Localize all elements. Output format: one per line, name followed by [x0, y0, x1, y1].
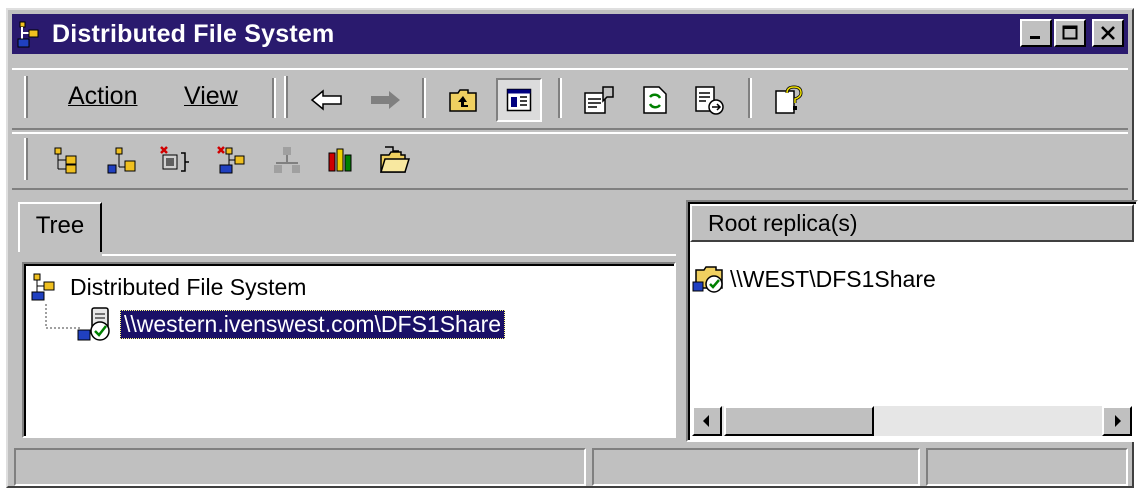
shared-root-icon	[77, 307, 110, 341]
tree-child-label: \\western.ivenswest.com\DFS1Share	[120, 309, 506, 339]
tree-child-node[interactable]: \\western.ivenswest.com\DFS1Share	[76, 306, 506, 342]
menu-action[interactable]: Action	[68, 82, 137, 111]
right-triangle-icon	[1115, 415, 1121, 427]
remove-display-icon	[217, 146, 245, 174]
minimize-icon	[1030, 36, 1040, 39]
replica-label: \\WEST\DFS1Share	[730, 265, 936, 292]
tree-connector	[45, 304, 80, 329]
export-list-button[interactable]	[686, 78, 732, 122]
toolbar-separator	[272, 78, 276, 118]
left-triangle-icon	[703, 415, 709, 427]
status-chart-icon	[328, 148, 352, 172]
status-pane-3	[926, 448, 1128, 486]
open-folder-icon	[379, 146, 411, 173]
properties-button[interactable]	[576, 78, 622, 122]
tree-root-node[interactable]: Distributed File System	[30, 272, 306, 302]
export-list-icon	[695, 86, 724, 115]
show-hide-tree-button[interactable]	[496, 78, 542, 122]
close-icon	[1101, 26, 1115, 40]
window-title: Distributed File System	[52, 19, 335, 48]
dfs-root-icon	[17, 21, 39, 48]
toolbar-grip[interactable]	[24, 76, 28, 118]
dfs-toolbar	[12, 132, 1128, 190]
tree-panel[interactable]: Distributed File System \\western.ivensw…	[22, 262, 676, 438]
open-folder-button[interactable]	[372, 138, 418, 182]
menu-view-label: View	[184, 82, 238, 110]
back-button[interactable]	[304, 78, 350, 122]
toolbar-separator	[558, 78, 562, 118]
properties-icon	[584, 86, 614, 114]
help-icon	[775, 85, 803, 114]
column-header-label: Root replica(s)	[708, 209, 858, 236]
dfs-root-icon	[31, 273, 55, 301]
tree-root-label: Distributed File System	[70, 273, 307, 300]
column-header-root-replicas[interactable]: Root replica(s)	[690, 204, 1134, 242]
forward-button[interactable]	[362, 78, 408, 122]
status-pane-2	[592, 448, 920, 486]
up-one-level-button[interactable]	[440, 78, 486, 122]
delete-root-button[interactable]	[152, 138, 198, 182]
dfs-window: Distributed File System Action View Tree…	[6, 8, 1138, 488]
refresh-icon	[643, 86, 667, 114]
toolbar-separator	[422, 78, 426, 118]
replica-list-panel[interactable]: Root replica(s) \\WEST\DFS1Share	[686, 200, 1138, 442]
show-hide-tree-icon	[506, 88, 532, 112]
menu-view[interactable]: View	[184, 82, 238, 111]
maximize-icon	[1062, 25, 1078, 40]
new-dfs-link-icon	[107, 147, 136, 174]
status-pane-1	[14, 448, 586, 486]
new-dfs-root-icon	[54, 147, 77, 174]
new-dfs-root-button[interactable]	[44, 138, 90, 182]
scrollbar-thumb[interactable]	[724, 406, 874, 436]
tab-strip-edge	[102, 254, 676, 256]
tab-tree-label: Tree	[35, 212, 85, 239]
forward-arrow-icon	[371, 91, 400, 109]
replication-policy-button[interactable]	[264, 138, 310, 182]
maximize-button[interactable]	[1054, 19, 1086, 47]
help-button[interactable]	[766, 78, 812, 122]
delete-root-icon	[160, 146, 189, 172]
horizontal-scrollbar[interactable]	[692, 406, 1132, 436]
toolbar-grip[interactable]	[284, 76, 288, 118]
up-folder-icon	[449, 89, 477, 112]
title-bar[interactable]: Distributed File System	[12, 14, 1128, 54]
scroll-left-button[interactable]	[692, 406, 722, 436]
back-arrow-icon	[310, 89, 342, 111]
replication-policy-icon	[274, 147, 300, 173]
shared-folder-icon	[692, 266, 723, 293]
tab-tree[interactable]: Tree	[18, 202, 102, 252]
replica-list-item[interactable]: \\WEST\DFS1Share	[692, 264, 936, 294]
status-chart-button[interactable]	[318, 138, 364, 182]
scroll-right-button[interactable]	[1102, 406, 1132, 436]
toolbar-separator	[748, 78, 752, 118]
refresh-button[interactable]	[632, 78, 678, 122]
minimize-button[interactable]	[1020, 19, 1052, 47]
toolbar-grip[interactable]	[24, 138, 28, 180]
remove-display-button[interactable]	[208, 138, 254, 182]
close-button[interactable]	[1092, 19, 1124, 47]
menu-toolbar: Action View	[12, 68, 1128, 130]
menu-action-label: Action	[68, 82, 138, 110]
new-dfs-link-button[interactable]	[98, 138, 144, 182]
